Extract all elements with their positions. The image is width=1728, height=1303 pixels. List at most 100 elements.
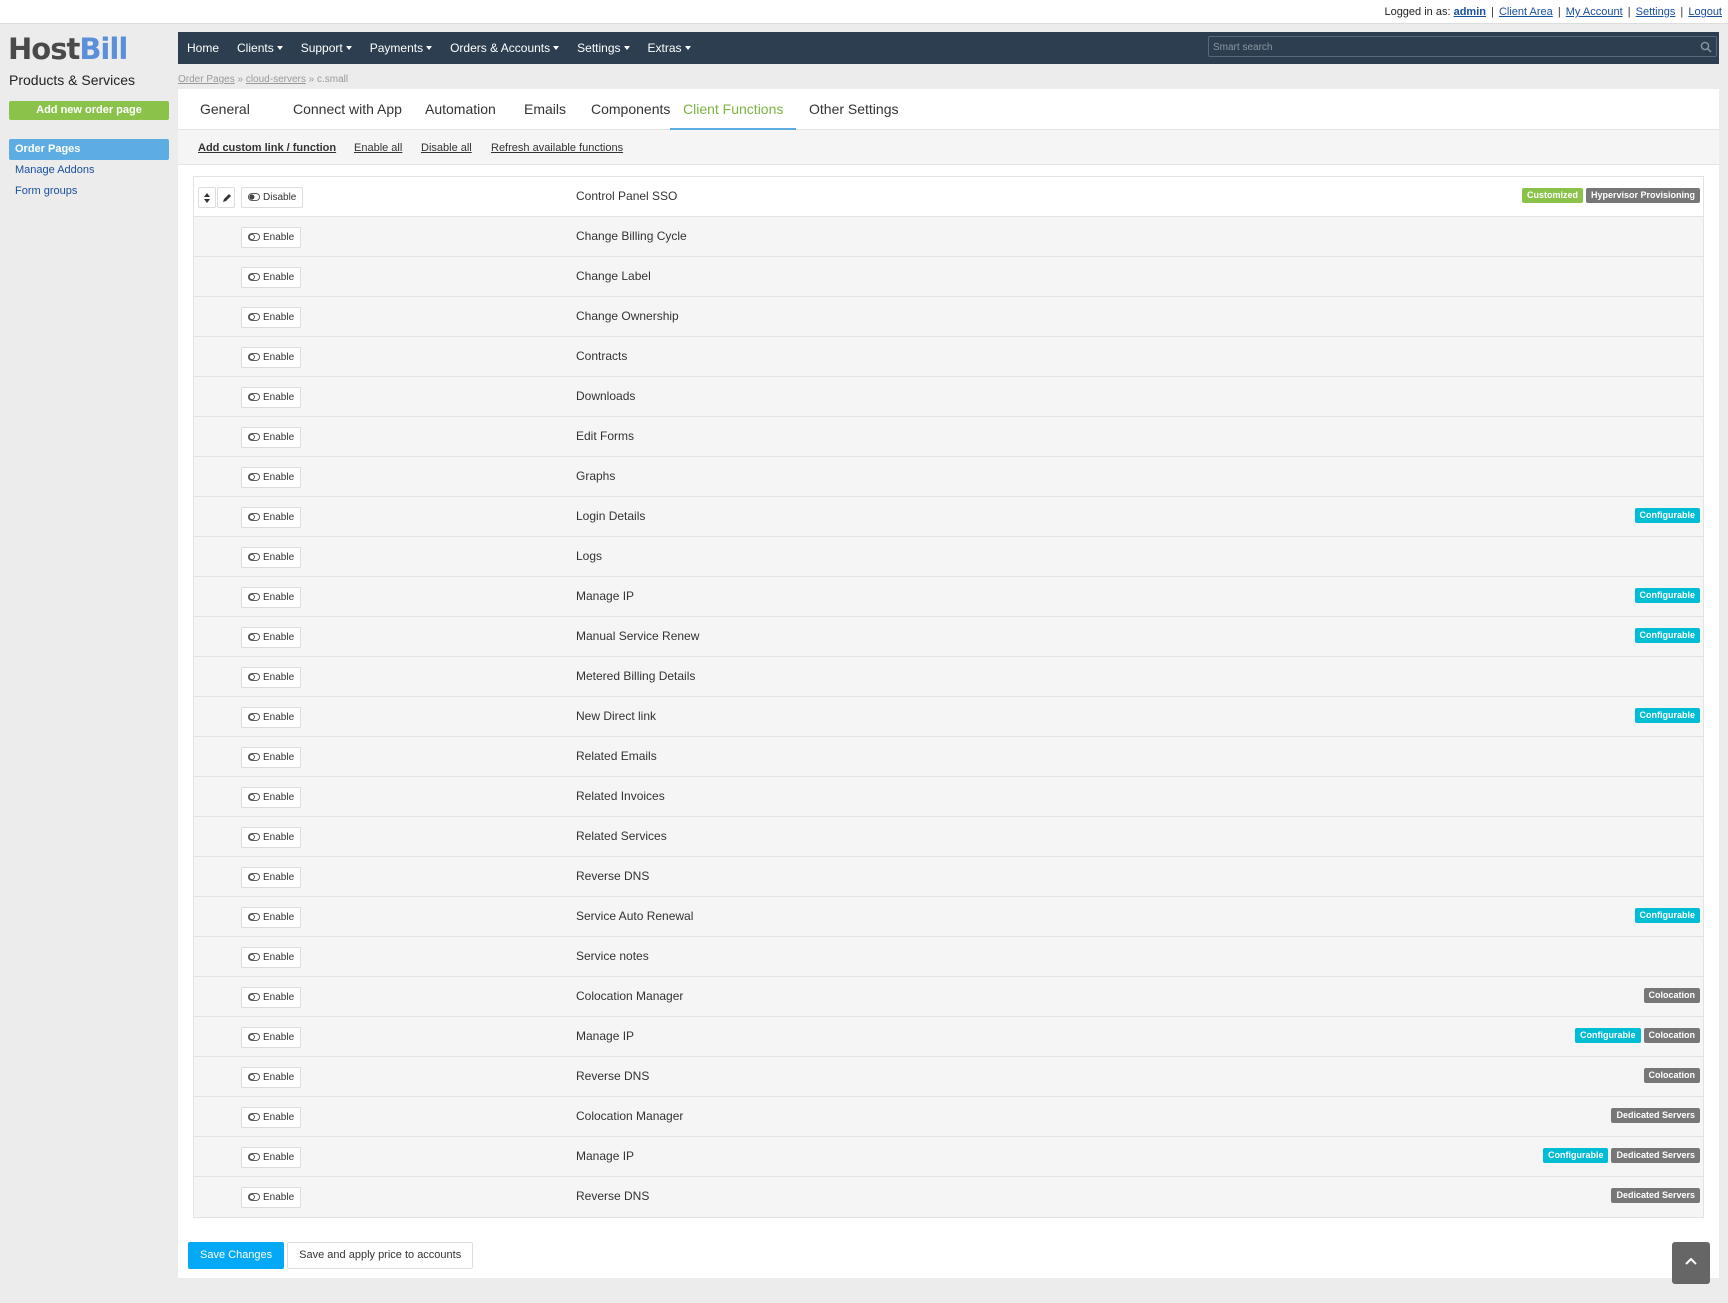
search-icon[interactable] bbox=[1700, 41, 1712, 53]
enable-button[interactable]: Enable bbox=[241, 1187, 302, 1208]
enable-button[interactable]: Enable bbox=[241, 627, 302, 648]
nav-settings[interactable]: Settings bbox=[568, 32, 638, 64]
enable-button[interactable]: Enable bbox=[241, 587, 302, 608]
function-name: Change Label bbox=[576, 269, 651, 283]
toggle-icon bbox=[248, 833, 260, 841]
nav-support[interactable]: Support bbox=[292, 32, 361, 64]
nav-payments[interactable]: Payments bbox=[361, 32, 441, 64]
edit-pencil-icon[interactable] bbox=[217, 187, 235, 208]
status-badge: Colocation bbox=[1643, 1068, 1700, 1083]
client-area-link[interactable]: Client Area bbox=[1499, 6, 1553, 18]
enable-button[interactable]: Enable bbox=[241, 747, 302, 768]
save-changes-button[interactable]: Save Changes bbox=[188, 1242, 285, 1269]
enable-button[interactable]: Enable bbox=[241, 1107, 302, 1128]
search-input[interactable] bbox=[1209, 38, 1716, 57]
settings-link[interactable]: Settings bbox=[1636, 6, 1676, 18]
tab-client-functions[interactable]: Client Functions bbox=[670, 89, 797, 130]
function-badges: Configurable bbox=[1634, 708, 1700, 723]
nav-clients[interactable]: Clients bbox=[228, 32, 292, 64]
function-name: Manual Service Renew bbox=[576, 629, 700, 643]
table-row: Enable Logs bbox=[194, 537, 1703, 577]
enable-button[interactable]: Enable bbox=[241, 227, 302, 248]
toggle-icon bbox=[248, 1033, 260, 1041]
breadcrumb-order-pages[interactable]: Order Pages bbox=[178, 74, 235, 85]
enable-button[interactable]: Enable bbox=[241, 667, 302, 688]
status-badge: Dedicated Servers bbox=[1611, 1108, 1700, 1123]
function-badges: Customized Hypervisor Provisioning bbox=[1521, 188, 1700, 203]
enable-button[interactable]: Enable bbox=[241, 467, 302, 488]
save-apply-price-button[interactable]: Save and apply price to accounts bbox=[287, 1242, 474, 1269]
add-custom-link-button[interactable]: Add custom link / function bbox=[198, 142, 336, 154]
function-name: New Direct link bbox=[576, 709, 657, 723]
toggle-icon bbox=[248, 873, 260, 881]
toggle-icon bbox=[248, 1073, 260, 1081]
tab-components[interactable]: Components bbox=[578, 89, 683, 130]
enable-button[interactable]: Enable bbox=[241, 427, 302, 448]
function-name: Logs bbox=[576, 549, 603, 563]
sidebar-item-order-pages[interactable]: Order Pages bbox=[9, 139, 169, 160]
toggle-icon bbox=[248, 553, 260, 561]
logout-link[interactable]: Logout bbox=[1688, 6, 1722, 18]
function-badges: Dedicated Servers bbox=[1611, 1108, 1700, 1123]
breadcrumb-cloud-servers[interactable]: cloud-servers bbox=[246, 74, 306, 85]
enable-button[interactable]: Enable bbox=[241, 307, 302, 328]
enable-button[interactable]: Enable bbox=[241, 827, 302, 848]
enable-button[interactable]: Enable bbox=[241, 387, 302, 408]
disable-button[interactable]: Disable bbox=[241, 187, 304, 208]
tab-other-settings[interactable]: Other Settings bbox=[796, 89, 912, 130]
function-name: Edit Forms bbox=[576, 429, 635, 443]
nav-extras[interactable]: Extras bbox=[639, 32, 700, 64]
refresh-functions-link[interactable]: Refresh available functions bbox=[491, 142, 623, 154]
logged-in-label: Logged in as: bbox=[1384, 6, 1451, 18]
table-row: Enable Edit Forms bbox=[194, 417, 1703, 457]
nav-orders-accounts[interactable]: Orders & Accounts bbox=[441, 32, 568, 64]
tab-general[interactable]: General bbox=[187, 89, 263, 130]
enable-button[interactable]: Enable bbox=[241, 987, 302, 1008]
table-row: Enable Reverse DNS Colocation bbox=[194, 1057, 1703, 1097]
status-badge: Configurable bbox=[1634, 908, 1700, 923]
table-row: Enable New Direct link Configurable bbox=[194, 697, 1703, 737]
caret-down-icon bbox=[684, 46, 691, 50]
status-badge: Configurable bbox=[1634, 508, 1700, 523]
footer-actions: Save Changes Save and apply price to acc… bbox=[188, 1242, 474, 1269]
enable-button[interactable]: Enable bbox=[241, 907, 302, 928]
enable-all-link[interactable]: Enable all bbox=[354, 142, 402, 154]
tab-connect-with-app[interactable]: Connect with App bbox=[280, 89, 415, 130]
toggle-icon bbox=[248, 633, 260, 641]
function-name: Related Invoices bbox=[576, 789, 665, 803]
sidebar-item-manage-addons[interactable]: Manage Addons bbox=[9, 160, 169, 181]
enable-button[interactable]: Enable bbox=[241, 1147, 302, 1168]
my-account-link[interactable]: My Account bbox=[1566, 6, 1623, 18]
sidebar-item-form-groups[interactable]: Form groups bbox=[9, 181, 169, 202]
add-order-page-button[interactable]: Add new order page bbox=[9, 101, 169, 120]
function-name: Control Panel SSO bbox=[576, 189, 678, 203]
enable-button[interactable]: Enable bbox=[241, 267, 302, 288]
hostbill-logo[interactable]: HostBill bbox=[8, 32, 128, 66]
function-name: Contracts bbox=[576, 349, 628, 363]
enable-button[interactable]: Enable bbox=[241, 707, 302, 728]
enable-button[interactable]: Enable bbox=[241, 947, 302, 968]
function-name: Colocation Manager bbox=[576, 1109, 684, 1123]
tab-automation[interactable]: Automation bbox=[412, 89, 509, 130]
toggle-icon bbox=[248, 1193, 260, 1201]
function-name: Reverse DNS bbox=[576, 869, 650, 883]
sort-handle-icon[interactable] bbox=[198, 187, 216, 208]
enable-button[interactable]: Enable bbox=[241, 787, 302, 808]
table-row: Enable Contracts bbox=[194, 337, 1703, 377]
function-name: Service notes bbox=[576, 949, 649, 963]
tab-emails[interactable]: Emails bbox=[511, 89, 579, 130]
nav-home[interactable]: Home bbox=[178, 32, 228, 64]
scroll-to-top-button[interactable] bbox=[1672, 1242, 1710, 1284]
user-link[interactable]: admin bbox=[1454, 6, 1486, 18]
enable-button[interactable]: Enable bbox=[241, 507, 302, 528]
toggle-icon bbox=[248, 393, 260, 401]
table-row: Enable Service Auto Renewal Configurable bbox=[194, 897, 1703, 937]
enable-button[interactable]: Enable bbox=[241, 347, 302, 368]
enable-button[interactable]: Enable bbox=[241, 1067, 302, 1088]
disable-all-link[interactable]: Disable all bbox=[421, 142, 472, 154]
smart-search bbox=[1208, 36, 1717, 57]
function-name: Change Ownership bbox=[576, 309, 679, 323]
enable-button[interactable]: Enable bbox=[241, 1027, 302, 1048]
enable-button[interactable]: Enable bbox=[241, 867, 302, 888]
enable-button[interactable]: Enable bbox=[241, 547, 302, 568]
